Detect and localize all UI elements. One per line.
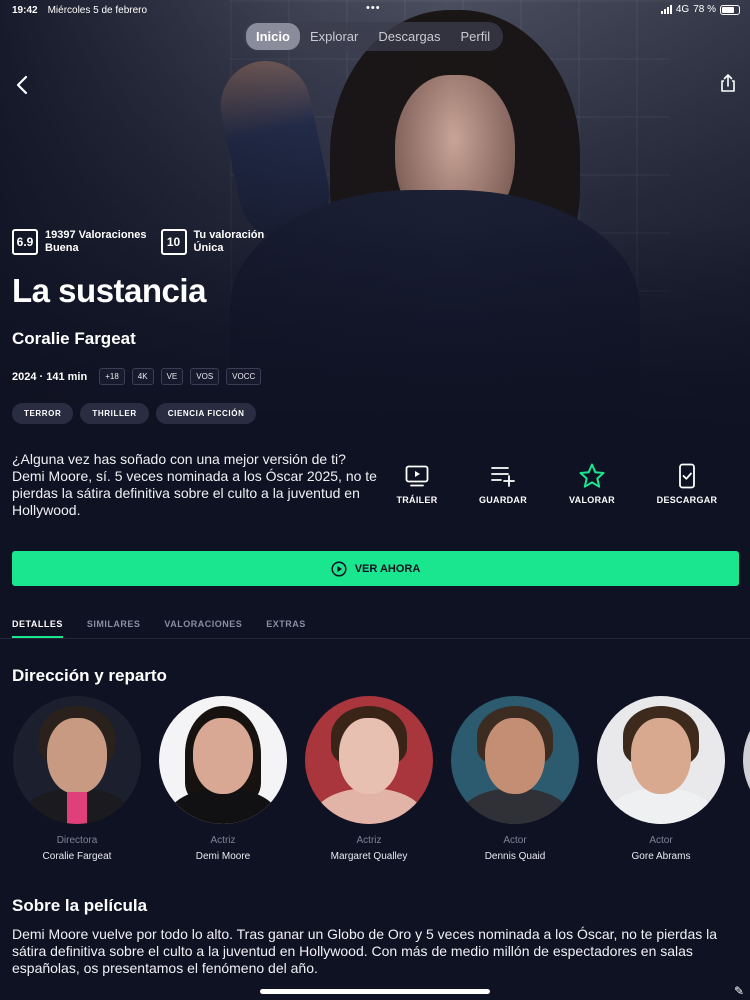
- ratings-row: 6.9 19397 Valoraciones Buena 10 Tu valor…: [12, 229, 264, 255]
- cast-role: Actriz: [356, 835, 382, 846]
- cast-role: Actor: [503, 835, 527, 846]
- cast-role: Actriz: [210, 835, 236, 846]
- share-icon[interactable]: [717, 72, 739, 94]
- add-to-list-icon: [491, 467, 515, 487]
- language-badge-vocc: VOCC: [226, 368, 262, 385]
- status-right: 4G 78 %: [660, 4, 740, 15]
- battery-icon: [720, 4, 740, 15]
- detail-tabs: DETALLES SIMILARES VALORACIONES EXTRAS: [0, 609, 750, 639]
- avatar: [451, 696, 579, 824]
- save-button[interactable]: GUARDAR: [458, 462, 548, 505]
- movie-title: La sustancia: [12, 272, 206, 309]
- avatar: [13, 696, 141, 824]
- cast-name: Coralie Fargeat: [42, 851, 112, 862]
- rate-button[interactable]: VALORAR: [547, 462, 637, 505]
- rate-label: VALORAR: [569, 495, 615, 505]
- rating-count: 19397 Valoraciones: [45, 229, 147, 241]
- community-rating: 6.9 19397 Valoraciones Buena: [12, 229, 147, 255]
- rating-score: 6.9: [12, 229, 38, 255]
- avatar: [305, 696, 433, 824]
- trailer-play-icon: [405, 465, 429, 487]
- cast-section-title: Dirección y reparto: [12, 666, 167, 685]
- nav-tab-explorar[interactable]: Explorar: [300, 23, 368, 50]
- year-duration: 2024 · 141 min: [12, 370, 88, 383]
- cast-name: Dennis Quaid: [484, 851, 546, 862]
- cast-item[interactable]: Directora Coralie Fargeat: [12, 696, 142, 862]
- user-rating-label: Tu valoración: [193, 229, 265, 241]
- download-label: DESCARGAR: [656, 495, 718, 505]
- cast-name: Margaret Qualley: [330, 851, 408, 862]
- movie-synopsis: ¿Alguna vez has soñado con una mejor ver…: [12, 451, 377, 518]
- language-badge-vos: VOS: [190, 368, 220, 385]
- avatar: [597, 696, 725, 824]
- avatar: [159, 696, 287, 824]
- signal-icon: [660, 5, 672, 14]
- download-phone-icon: [679, 463, 695, 489]
- age-badge: +18: [99, 368, 125, 385]
- quality-badge: 4K: [131, 368, 154, 385]
- trailer-label: TRÁILER: [396, 495, 438, 505]
- multitask-dots-icon[interactable]: •••: [366, 2, 381, 14]
- avatar: [743, 696, 750, 824]
- movie-meta: 2024 · 141 min +18 4K VE VOS VOCC: [12, 368, 268, 385]
- cast-item-partial[interactable]: [742, 696, 750, 824]
- cast-name: Gore Abrams: [631, 851, 691, 862]
- home-indicator[interactable]: [260, 989, 490, 994]
- tab-similares[interactable]: SIMILARES: [87, 609, 141, 638]
- action-row: TRÁILER GUARDAR VALORAR DESCARGAR: [380, 462, 750, 512]
- genre-chip-thriller[interactable]: THRILLER: [80, 403, 149, 424]
- trailer-button[interactable]: TRÁILER: [372, 462, 462, 505]
- nav-tab-perfil[interactable]: Perfil: [451, 23, 501, 50]
- about-section-title: Sobre la película: [12, 896, 148, 915]
- chevron-left-icon[interactable]: [12, 74, 34, 96]
- cast-list: Directora Coralie Fargeat Actriz Demi Mo…: [12, 696, 750, 866]
- tab-valoraciones[interactable]: VALORACIONES: [164, 609, 242, 638]
- user-rating-quality: Única: [193, 242, 224, 254]
- save-label: GUARDAR: [478, 495, 528, 505]
- user-rating-score: 10: [160, 229, 187, 255]
- nav-tab-descargas[interactable]: Descargas: [368, 23, 450, 50]
- genre-chips: TERROR THRILLER CIENCIA FICCIÓN: [12, 403, 257, 424]
- cast-item[interactable]: Actor Gore Abrams: [596, 696, 726, 862]
- user-rating[interactable]: 10 Tu valoración Única: [160, 229, 265, 255]
- language-badge-ve: VE: [160, 368, 184, 385]
- status-date: Miércoles 5 de febrero: [47, 4, 148, 16]
- network-label: 4G: [675, 4, 690, 15]
- movie-director[interactable]: Coralie Fargeat: [12, 329, 136, 349]
- genre-chip-ciencia-ficcion[interactable]: CIENCIA FICCIÓN: [155, 403, 257, 424]
- genre-chip-terror[interactable]: TERROR: [12, 403, 74, 424]
- cast-item[interactable]: Actor Dennis Quaid: [450, 696, 580, 862]
- download-button[interactable]: DESCARGAR: [642, 462, 732, 505]
- about-text: Demi Moore vuelve por todo lo alto. Tras…: [12, 926, 718, 976]
- status-bar: 19:42 Miércoles 5 de febrero ••• 4G 78 %: [0, 0, 750, 20]
- cast-name: Demi Moore: [195, 851, 251, 862]
- top-nav: Inicio Explorar Descargas Perfil: [243, 22, 504, 51]
- watch-now-button[interactable]: VER AHORA: [12, 551, 739, 586]
- rating-quality: Buena: [45, 242, 79, 254]
- cast-item[interactable]: Actriz Demi Moore: [158, 696, 288, 862]
- status-time: 19:42: [12, 4, 38, 16]
- star-outline-icon: [579, 463, 605, 488]
- tab-extras[interactable]: EXTRAS: [266, 609, 306, 638]
- pencil-icon[interactable]: ✎: [734, 984, 744, 998]
- nav-tab-inicio[interactable]: Inicio: [246, 23, 300, 50]
- cast-role: Actor: [649, 835, 673, 846]
- battery-percent: 78 %: [693, 4, 716, 15]
- cast-role: Directora: [56, 835, 98, 846]
- play-circle-icon: [331, 560, 347, 577]
- tab-detalles[interactable]: DETALLES: [12, 609, 63, 638]
- watch-now-label: VER AHORA: [354, 562, 421, 575]
- cast-item[interactable]: Actriz Margaret Qualley: [304, 696, 434, 862]
